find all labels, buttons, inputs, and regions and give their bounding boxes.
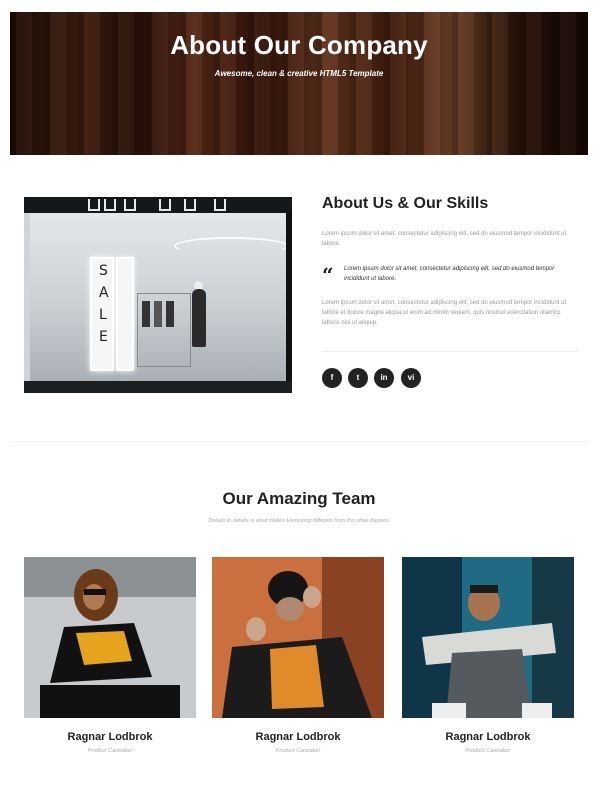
store-sign-glyph [184, 199, 196, 211]
store-sign-glyph [88, 199, 100, 211]
team-member-photo[interactable] [212, 557, 384, 718]
team-member-photo[interactable] [402, 557, 574, 718]
person-illustration [402, 557, 574, 718]
window-frame [286, 213, 292, 389]
person-illustration [212, 557, 384, 718]
store-floor [24, 381, 292, 393]
team-subtitle: Details to details is what makes Hexasho… [208, 518, 390, 524]
store-sign-glyph [124, 199, 136, 211]
about-heading: About Us & Our Skills [322, 195, 489, 212]
quote-icon: “ [322, 263, 334, 287]
sale-letter: A [99, 285, 109, 301]
store-awning [24, 197, 292, 213]
hanging-garment [166, 301, 174, 327]
store-front-image: S A L E [24, 197, 292, 393]
store-sign-glyph [159, 199, 171, 211]
hero-banner: About Our Company Awesome, clean & creat… [10, 12, 588, 155]
hero-title: About Our Company [170, 30, 428, 60]
about-paragraph: Lorem ipsum dolor sit amet, consectetur … [322, 300, 567, 326]
team-member-name: Ragnar Lodbrok [445, 731, 531, 743]
team-member-role: Product Caretaker [275, 748, 321, 754]
hero-subtitle: Awesome, clean & creative HTML5 Template [214, 69, 384, 78]
twitter-icon[interactable]: t [348, 368, 368, 388]
team-member-photo[interactable] [24, 557, 196, 718]
light-panel [116, 257, 134, 371]
about-divider [322, 351, 578, 352]
mannequin [192, 289, 206, 347]
vimeo-icon[interactable]: vi [401, 368, 421, 388]
hanging-garment [142, 301, 150, 327]
sale-panel: S A L E [90, 257, 114, 371]
sale-letter: L [99, 307, 107, 323]
linkedin-icon[interactable]: in [374, 368, 394, 388]
hanging-garment [154, 301, 162, 327]
team-member-role: Product Caretaker [87, 748, 133, 754]
about-paragraph: Lorem ipsum dolor sit amet, consectetur … [322, 231, 567, 247]
section-divider [10, 441, 588, 442]
facebook-icon[interactable]: f [322, 368, 342, 388]
team-member-role: Product Caretaker [465, 748, 511, 754]
sale-letter: S [99, 263, 108, 279]
team-member-name: Ragnar Lodbrok [67, 731, 153, 743]
person-illustration [24, 557, 196, 718]
store-sign-glyph [104, 199, 116, 211]
about-quote: Lorem ipsum dolor sit amet, consectetur … [344, 266, 555, 282]
team-title: Our Amazing Team [222, 489, 376, 508]
sale-letter: E [99, 329, 108, 345]
team-member-name: Ragnar Lodbrok [255, 731, 341, 743]
store-sign-glyph [214, 199, 226, 211]
ceiling-light [174, 237, 288, 255]
